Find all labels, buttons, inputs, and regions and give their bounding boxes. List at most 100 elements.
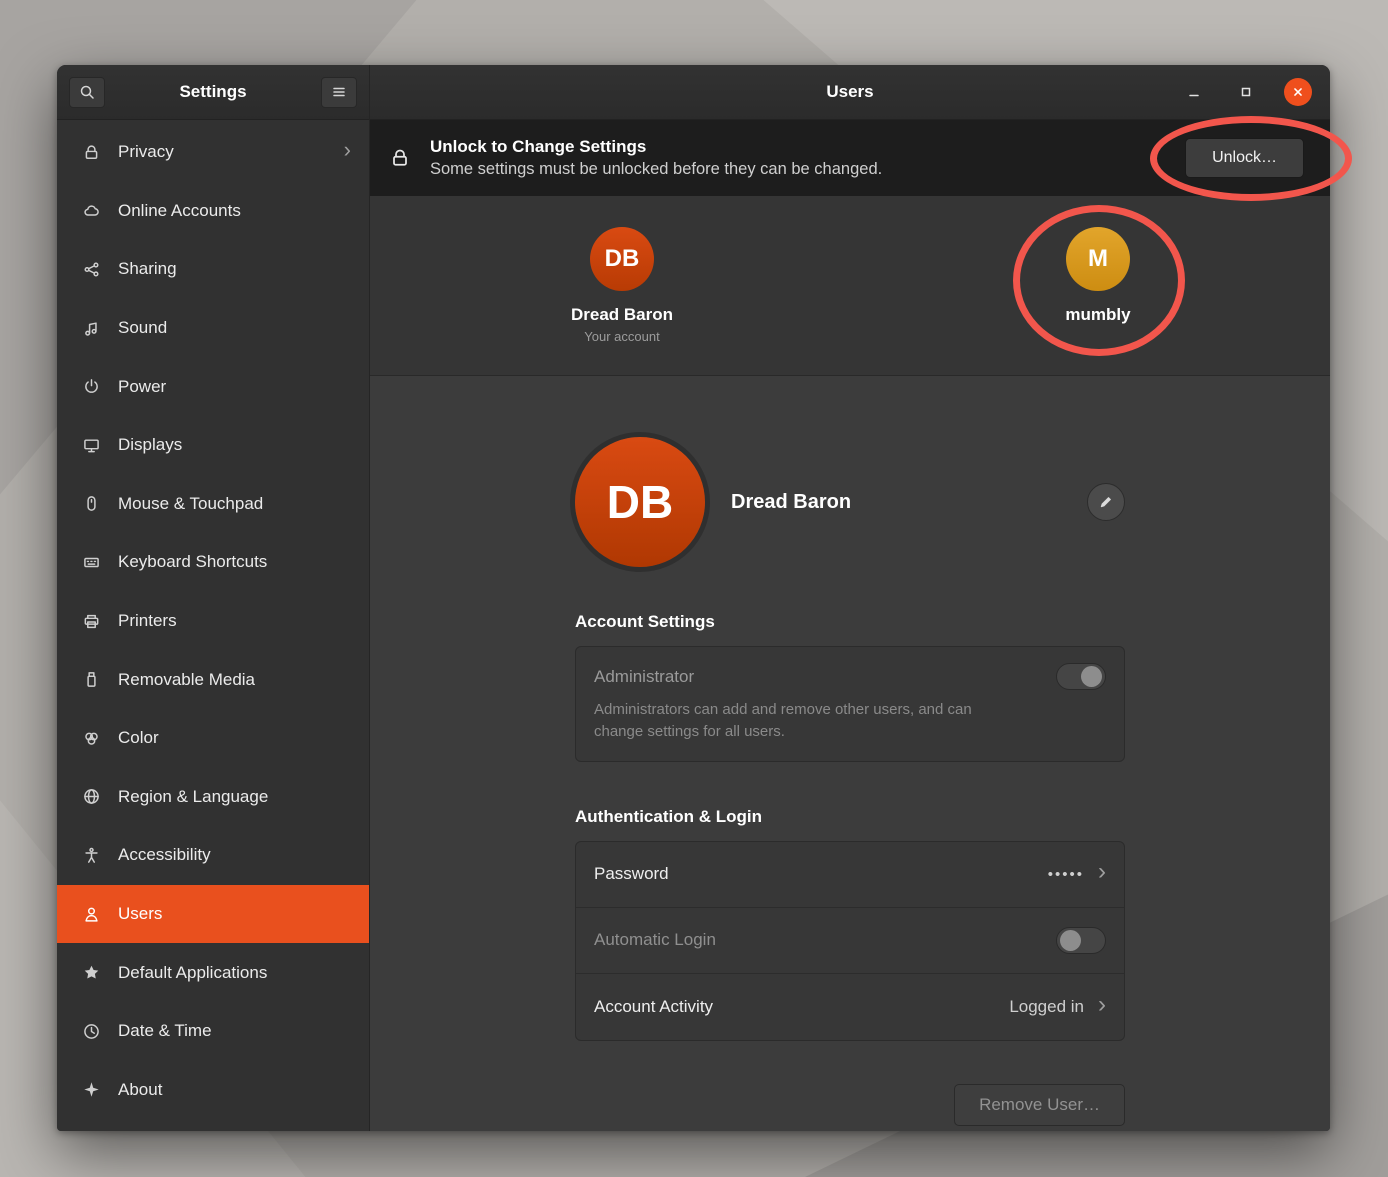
accessibility-icon — [81, 845, 101, 865]
minimize-button[interactable] — [1180, 78, 1208, 106]
carousel-user-dread-baron[interactable]: DB Dread Baron Your account — [512, 227, 732, 344]
sidebar-item-power[interactable]: Power — [57, 357, 369, 416]
sidebar-item-date-time[interactable]: Date & Time — [57, 1002, 369, 1061]
sidebar-item-removable-media[interactable]: Removable Media — [57, 650, 369, 709]
sidebar-item-mouse-touchpad[interactable]: Mouse & Touchpad — [57, 475, 369, 534]
sidebar-item-accessibility[interactable]: Accessibility — [57, 826, 369, 885]
sidebar-title: Settings — [105, 82, 321, 102]
power-icon — [81, 377, 101, 397]
sidebar-item-region-language[interactable]: Region & Language — [57, 768, 369, 827]
sidebar-item-privacy[interactable]: Privacy › — [57, 123, 369, 182]
automatic-login-label: Automatic Login — [594, 930, 1056, 950]
avatar: M — [1066, 227, 1130, 291]
account-activity-value: Logged in — [1009, 997, 1084, 1017]
toggle-knob — [1060, 930, 1081, 951]
user-detail-pane: DB Dread Baron Account Settings Administ… — [370, 376, 1330, 1131]
padlock-icon — [390, 148, 416, 168]
automatic-login-row[interactable]: Automatic Login — [576, 908, 1124, 974]
sidebar-item-default-applications[interactable]: Default Applications — [57, 943, 369, 1002]
sidebar-item-sound[interactable]: Sound — [57, 299, 369, 358]
carousel-user-mumbly[interactable]: M mumbly — [988, 227, 1208, 325]
sidebar-item-label: Users — [118, 904, 351, 924]
color-icon — [81, 728, 101, 748]
edit-name-button[interactable] — [1087, 483, 1125, 521]
sidebar-item-label: Online Accounts — [118, 201, 351, 221]
authentication-card: Password ••••• › Automatic Login Account… — [575, 841, 1125, 1041]
search-button[interactable] — [69, 77, 105, 108]
sidebar-list: Privacy › Online Accounts Sharing Sound — [57, 120, 369, 1131]
main-headerbar: Users — [370, 65, 1330, 120]
carousel-user-subtitle: Your account — [512, 329, 732, 344]
unlock-banner-subtitle: Some settings must be unlocked before th… — [430, 160, 1185, 179]
desktop: Settings Privacy › Online Accounts — [0, 0, 1388, 1177]
profile-row: DB Dread Baron — [575, 437, 1125, 567]
sidebar-headerbar: Settings — [57, 65, 369, 120]
flash-drive-icon — [81, 670, 101, 690]
sidebar-item-printers[interactable]: Printers — [57, 592, 369, 651]
main-panel: Users U — [370, 65, 1330, 1131]
menu-button[interactable] — [321, 77, 357, 108]
keyboard-icon — [81, 552, 101, 572]
music-note-icon — [81, 318, 101, 338]
account-activity-row[interactable]: Account Activity Logged in › — [576, 974, 1124, 1040]
account-settings-heading: Account Settings — [575, 612, 1125, 632]
sidebar-item-label: Default Applications — [118, 963, 351, 983]
administrator-toggle[interactable] — [1056, 663, 1106, 690]
unlock-banner-title: Unlock to Change Settings — [430, 137, 1185, 157]
unlock-banner: Unlock to Change Settings Some settings … — [370, 120, 1330, 196]
administrator-description: Administrators can add and remove other … — [594, 699, 1014, 743]
remove-user-button[interactable]: Remove User… — [954, 1084, 1125, 1126]
unlock-button[interactable]: Unlock… — [1185, 138, 1304, 178]
automatic-login-toggle[interactable] — [1056, 927, 1106, 954]
maximize-button[interactable] — [1232, 78, 1260, 106]
sidebar-item-keyboard-shortcuts[interactable]: Keyboard Shortcuts — [57, 533, 369, 592]
administrator-card: Administrator Administrators can add and… — [575, 646, 1125, 762]
users-icon — [81, 904, 101, 924]
password-row[interactable]: Password ••••• › — [576, 842, 1124, 908]
sidebar-item-label: Keyboard Shortcuts — [118, 552, 351, 572]
window-controls — [1180, 78, 1330, 106]
lock-icon — [81, 142, 101, 162]
settings-window: Settings Privacy › Online Accounts — [57, 65, 1330, 1131]
sidebar-item-displays[interactable]: Displays — [57, 416, 369, 475]
sidebar-item-online-accounts[interactable]: Online Accounts — [57, 182, 369, 241]
carousel-user-name: Dread Baron — [512, 305, 732, 325]
cloud-icon — [81, 201, 101, 221]
sidebar-item-about[interactable]: About — [57, 1061, 369, 1120]
sidebar-item-label: Region & Language — [118, 787, 351, 807]
clock-icon — [81, 1021, 101, 1041]
sidebar-item-label: About — [118, 1080, 351, 1100]
sparkle-icon — [81, 1080, 101, 1100]
password-label: Password — [594, 864, 1048, 884]
sidebar-item-sharing[interactable]: Sharing — [57, 240, 369, 299]
administrator-label: Administrator — [594, 667, 694, 687]
sidebar-item-label: Privacy — [118, 142, 344, 162]
sidebar: Settings Privacy › Online Accounts — [57, 65, 370, 1131]
sidebar-item-label: Displays — [118, 435, 351, 455]
minimize-icon — [1186, 84, 1202, 100]
password-value: ••••• — [1048, 866, 1084, 883]
carousel-user-name: mumbly — [988, 305, 1208, 325]
sidebar-item-label: Mouse & Touchpad — [118, 494, 351, 514]
authentication-login-heading: Authentication & Login — [575, 807, 1125, 827]
pencil-icon — [1098, 494, 1114, 510]
maximize-icon — [1238, 84, 1254, 100]
user-carousel: DB Dread Baron Your account M mumbly — [370, 196, 1330, 376]
chevron-right-icon: › — [344, 139, 351, 165]
sidebar-item-label: Date & Time — [118, 1021, 351, 1041]
hamburger-icon — [331, 84, 347, 100]
unlock-banner-text: Unlock to Change Settings Some settings … — [430, 137, 1185, 179]
avatar: DB — [575, 437, 705, 567]
close-icon — [1291, 85, 1305, 99]
sidebar-item-label: Printers — [118, 611, 351, 631]
sidebar-item-label: Sharing — [118, 259, 351, 279]
chevron-right-icon: › — [1098, 993, 1106, 1021]
toggle-knob — [1081, 666, 1102, 687]
sidebar-item-color[interactable]: Color — [57, 709, 369, 768]
close-button[interactable] — [1284, 78, 1312, 106]
mouse-icon — [81, 494, 101, 514]
globe-icon — [81, 787, 101, 807]
account-activity-label: Account Activity — [594, 997, 1009, 1017]
sidebar-item-users[interactable]: Users — [57, 885, 369, 944]
sidebar-item-label: Accessibility — [118, 845, 351, 865]
